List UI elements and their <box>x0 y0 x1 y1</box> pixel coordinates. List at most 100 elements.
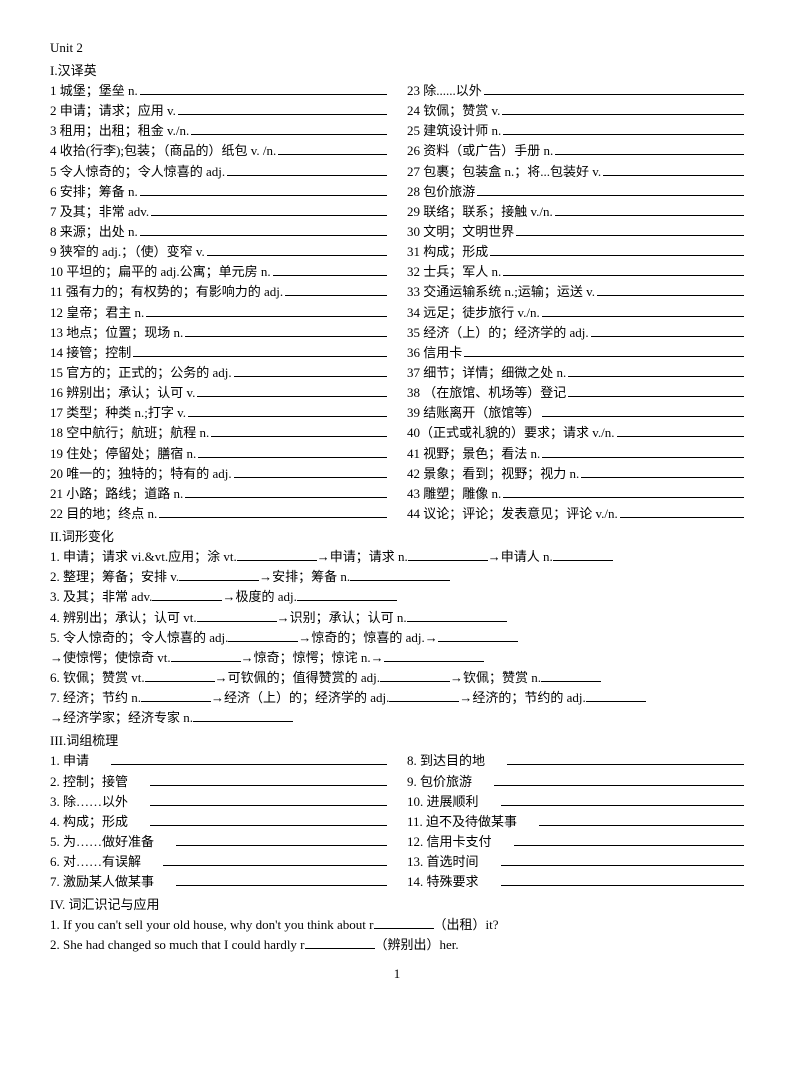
answer-blank[interactable] <box>152 588 222 601</box>
answer-blank[interactable] <box>111 752 387 765</box>
q2-pre: 2. She had changed so much that I could … <box>50 937 305 952</box>
answer-blank[interactable] <box>176 833 387 846</box>
answer-blank[interactable] <box>568 384 744 397</box>
answer-blank[interactable] <box>581 464 744 477</box>
answer-blank[interactable] <box>507 752 744 765</box>
wordform-line: 1. 申请；请求 vi.&vt.应用；涂 vt.→申请；请求 n.→申请人 n. <box>50 547 744 567</box>
answer-blank[interactable] <box>438 628 518 641</box>
answer-blank[interactable] <box>380 669 450 682</box>
answer-blank[interactable] <box>541 669 601 682</box>
answer-blank[interactable] <box>133 343 387 356</box>
answer-blank[interactable] <box>191 122 387 135</box>
vocab-row: 13 地点；位置；现场 n. <box>50 323 387 343</box>
answer-blank[interactable] <box>178 102 387 115</box>
answer-blank[interactable] <box>150 812 387 825</box>
answer-blank[interactable] <box>568 364 744 377</box>
answer-blank[interactable] <box>494 772 744 785</box>
vocab-row: 8 来源；出处 n. <box>50 222 387 242</box>
answer-blank[interactable] <box>617 424 744 437</box>
wordform-line: 4. 辨别出；承认；认可 vt.→识别；承认；认可 n. <box>50 608 744 628</box>
answer-blank[interactable] <box>586 689 646 702</box>
answer-blank[interactable] <box>278 142 387 155</box>
answer-blank[interactable] <box>542 404 744 417</box>
answer-blank[interactable] <box>197 608 277 621</box>
answer-blank[interactable] <box>503 484 744 497</box>
vocab-row: 10 平坦的；扁平的 adj.公寓；单元房 n. <box>50 262 387 282</box>
answer-blank[interactable] <box>211 424 387 437</box>
answer-blank[interactable] <box>234 464 387 477</box>
answer-blank[interactable] <box>501 873 744 886</box>
answer-blank[interactable] <box>407 608 507 621</box>
answer-blank[interactable] <box>273 263 387 276</box>
answer-blank[interactable] <box>555 203 744 216</box>
answer-blank[interactable] <box>514 833 744 846</box>
answer-blank[interactable] <box>146 303 387 316</box>
answer-blank[interactable] <box>503 263 744 276</box>
answer-blank[interactable] <box>150 772 387 785</box>
answer-blank[interactable] <box>389 689 459 702</box>
vocab-row: 2 申请；请求；应用 v. <box>50 101 387 121</box>
answer-blank[interactable] <box>176 873 387 886</box>
answer-blank[interactable] <box>597 283 744 296</box>
answer-blank[interactable] <box>501 853 744 866</box>
answer-blank[interactable] <box>207 243 387 256</box>
answer-blank[interactable] <box>620 505 744 518</box>
answer-blank[interactable] <box>145 669 215 682</box>
answer-blank[interactable] <box>384 648 484 661</box>
answer-blank[interactable] <box>140 223 387 236</box>
answer-blank[interactable] <box>350 568 450 581</box>
answer-blank[interactable] <box>185 323 387 336</box>
vocab-row: 21 小路；路线；道路 n. <box>50 484 387 504</box>
answer-blank[interactable] <box>140 82 387 95</box>
answer-blank[interactable] <box>159 505 387 518</box>
answer-blank[interactable] <box>464 343 744 356</box>
answer-blank[interactable] <box>516 223 744 236</box>
vocab-label: 9 狭窄的 adj.；（使）变窄 v. <box>50 242 205 262</box>
answer-blank[interactable] <box>198 444 387 457</box>
answer-blank[interactable] <box>188 404 387 417</box>
answer-blank[interactable] <box>591 323 744 336</box>
answer-blank[interactable] <box>141 689 211 702</box>
vocab-label: 17 类型；种类 n.;打字 v. <box>50 403 186 423</box>
answer-blank[interactable] <box>150 792 387 805</box>
wordform-line: 5. 令人惊奇的；令人惊喜的 adj.→惊奇的；惊喜的 adj.→ <box>50 628 744 648</box>
answer-blank[interactable] <box>539 812 744 825</box>
answer-blank[interactable] <box>408 548 488 561</box>
answer-blank[interactable] <box>503 122 744 135</box>
answer-blank[interactable] <box>171 648 241 661</box>
answer-blank[interactable] <box>603 162 744 175</box>
answer-blank[interactable] <box>553 548 613 561</box>
vocab-label: 7 及其；非常 adv. <box>50 202 149 222</box>
vocab-label: 4 收拾(行李);包装；（商品的）纸包 v. /n. <box>50 141 276 161</box>
answer-blank[interactable] <box>285 283 387 296</box>
answer-blank[interactable] <box>151 203 387 216</box>
q1-blank[interactable] <box>374 916 434 929</box>
answer-blank[interactable] <box>179 568 259 581</box>
answer-blank[interactable] <box>555 142 744 155</box>
vocab-row: 20 唯一的；独特的；特有的 adj. <box>50 464 387 484</box>
answer-blank[interactable] <box>477 182 744 195</box>
vocab-label: 39 结账离开（旅馆等） <box>407 403 540 423</box>
phrase-row: 11. 迫不及待做某事 <box>407 812 744 832</box>
vocab-label: 22 目的地；终点 n. <box>50 504 157 524</box>
section-3-left-col: 1. 申请2. 控制；接管3. 除……以外4. 构成；形成5. 为……做好准备6… <box>50 751 387 892</box>
answer-blank[interactable] <box>502 102 744 115</box>
answer-blank[interactable] <box>193 709 293 722</box>
vocab-label: 33 交通运输系统 n.;运输；运送 v. <box>407 282 595 302</box>
answer-blank[interactable] <box>297 588 397 601</box>
vocab-row: 33 交通运输系统 n.;运输；运送 v. <box>407 282 744 302</box>
answer-blank[interactable] <box>185 484 387 497</box>
answer-blank[interactable] <box>542 303 744 316</box>
answer-blank[interactable] <box>234 364 387 377</box>
answer-blank[interactable] <box>197 384 387 397</box>
answer-blank[interactable] <box>227 162 387 175</box>
answer-blank[interactable] <box>501 792 744 805</box>
answer-blank[interactable] <box>163 853 387 866</box>
answer-blank[interactable] <box>237 548 317 561</box>
answer-blank[interactable] <box>542 444 744 457</box>
answer-blank[interactable] <box>490 243 744 256</box>
answer-blank[interactable] <box>228 628 298 641</box>
answer-blank[interactable] <box>484 82 744 95</box>
answer-blank[interactable] <box>140 182 387 195</box>
q2-blank[interactable] <box>305 936 375 949</box>
